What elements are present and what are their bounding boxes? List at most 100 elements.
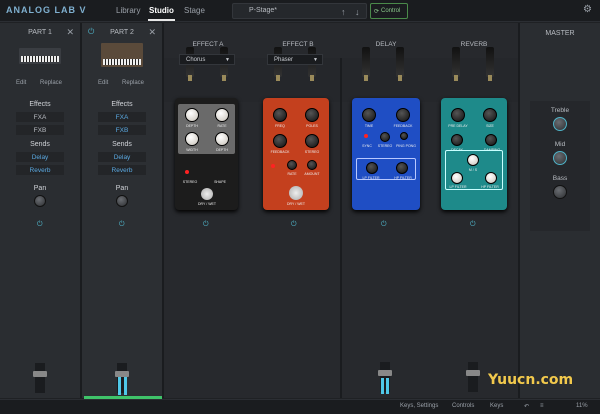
chorus-label-stereo: STEREO bbox=[182, 180, 198, 184]
reverb-power-icon[interactable]: ⏻ bbox=[470, 221, 476, 229]
reverb-title: REVERB bbox=[460, 41, 488, 48]
master-bass-knob[interactable] bbox=[553, 185, 567, 199]
part2-close-icon[interactable]: ✕ bbox=[148, 27, 156, 38]
part2-fxb-button[interactable]: FXB bbox=[98, 125, 146, 135]
effect-a-value: Chorus bbox=[186, 57, 206, 63]
preset-up-icon[interactable]: ↑ bbox=[341, 7, 346, 17]
reverb-return-fader[interactable] bbox=[466, 362, 480, 392]
undo-icon[interactable]: ↶ bbox=[524, 403, 529, 410]
part1-close-icon[interactable]: ✕ bbox=[66, 27, 74, 38]
master-mid-knob[interactable] bbox=[553, 151, 567, 165]
phaser-feedback-knob[interactable] bbox=[273, 134, 287, 148]
tab-studio[interactable]: Studio bbox=[148, 6, 175, 21]
part2-edit-button[interactable]: Edit bbox=[98, 80, 108, 86]
reverb-predelay-knob[interactable] bbox=[451, 108, 465, 122]
part1-delay-send[interactable]: Delay bbox=[16, 152, 64, 162]
phaser-freq-knob[interactable] bbox=[273, 108, 287, 122]
reverb-lp-filter-knob[interactable] bbox=[451, 172, 463, 184]
delay-label-pingpong: PING PONG bbox=[396, 144, 416, 148]
reverb-decay-knob[interactable] bbox=[451, 134, 463, 146]
master-treble-knob[interactable] bbox=[553, 117, 567, 131]
part1-instrument-image[interactable] bbox=[19, 48, 61, 64]
controls-button[interactable]: Controls bbox=[452, 403, 474, 409]
delay-label-stereo: STEREO bbox=[377, 144, 393, 148]
delay-time-knob[interactable] bbox=[362, 108, 376, 122]
reverb-ms-knob[interactable] bbox=[467, 154, 479, 166]
reverb-label-ms: M / S bbox=[468, 168, 478, 172]
reverb-label-size: SIZE bbox=[486, 124, 494, 128]
part1-reverb-send[interactable]: Reverb bbox=[16, 165, 64, 175]
reverb-hp-filter-knob[interactable] bbox=[485, 172, 497, 184]
phaser-poles-knob[interactable] bbox=[305, 108, 319, 122]
phaser-amount-knob[interactable] bbox=[307, 160, 317, 170]
chorus-rate-knob[interactable] bbox=[215, 108, 229, 122]
part1-volume-fader[interactable] bbox=[33, 363, 47, 393]
preset-down-icon[interactable]: ↓ bbox=[355, 7, 360, 17]
chorus-footswitch[interactable] bbox=[201, 188, 213, 200]
effect-b-power-icon[interactable]: ⏻ bbox=[291, 221, 297, 229]
part2-panel: ⏻ PART 2 ✕ Edit Replace Effects FXA FXB … bbox=[82, 23, 162, 398]
keys-settings-button[interactable]: Keys, Settings bbox=[400, 403, 438, 409]
delay-stereo-knob[interactable] bbox=[380, 132, 390, 142]
master-mid-label: Mid bbox=[554, 141, 566, 148]
part2-fxa-button[interactable]: FXA bbox=[98, 112, 146, 122]
part1-pan-knob[interactable] bbox=[34, 195, 46, 207]
part2-delay-send[interactable]: Delay bbox=[98, 152, 146, 162]
part1-fxa-button[interactable]: FXA bbox=[16, 112, 64, 122]
chorus-pedal[interactable]: DEPTH RATE WIDTH DEPTH STEREO SHAPE DRY … bbox=[175, 98, 238, 210]
delay-pingpong-switch[interactable] bbox=[400, 132, 408, 140]
delay-feedback-knob[interactable] bbox=[396, 108, 410, 122]
part2-power-small-icon[interactable]: ⏻ bbox=[119, 221, 125, 229]
master-treble-label: Treble bbox=[550, 107, 570, 114]
part2-replace-button[interactable]: Replace bbox=[122, 80, 144, 86]
status-bar: Keys, Settings Controls Keys ↶ ≡ 11% bbox=[0, 399, 600, 414]
delay-label-lp-filter: LP FILTER bbox=[362, 176, 380, 180]
part2-pan-knob[interactable] bbox=[116, 195, 128, 207]
phaser-footswitch[interactable] bbox=[289, 186, 303, 200]
delay-label-sync: SYNC bbox=[362, 144, 372, 148]
cable-plug-icon bbox=[486, 47, 494, 81]
phaser-rate-knob[interactable] bbox=[287, 160, 297, 170]
part1-edit-button[interactable]: Edit bbox=[16, 80, 26, 86]
phaser-label-drywet: DRY / WET bbox=[287, 202, 305, 206]
chorus-label-shape: SHAPE bbox=[214, 180, 226, 184]
phaser-pedal[interactable]: FREQ POLES FEEDBACK STEREO RATE AMOUNT D… bbox=[263, 98, 329, 210]
master-panel: MASTER Treble Mid Bass bbox=[520, 23, 600, 398]
reverb-damping-knob[interactable] bbox=[485, 134, 497, 146]
delay-power-icon[interactable]: ⏻ bbox=[381, 221, 387, 229]
control-label: Control bbox=[381, 8, 401, 14]
part2-reverb-send[interactable]: Reverb bbox=[98, 165, 146, 175]
control-button[interactable]: ⟳ Control bbox=[370, 3, 408, 19]
menu-icon[interactable]: ≡ bbox=[540, 403, 544, 409]
keys-button[interactable]: Keys bbox=[490, 403, 503, 409]
part1-effects-title: Effects bbox=[29, 101, 51, 108]
tab-library[interactable]: Library bbox=[116, 6, 140, 15]
reverb-pedal[interactable]: PRE DELAY SIZE DECAY DAMPING M / S LP FI… bbox=[441, 98, 507, 210]
part2-instrument-image[interactable] bbox=[101, 43, 143, 67]
delay-lp-filter-knob[interactable] bbox=[366, 162, 378, 174]
part1-fxb-button[interactable]: FXB bbox=[16, 125, 64, 135]
settings-gear-icon[interactable]: ⚙ bbox=[583, 4, 592, 15]
phaser-stereo-knob[interactable] bbox=[305, 134, 319, 148]
chorus-label-width: WIDTH bbox=[186, 148, 198, 152]
preset-selector[interactable]: P-Stage* ↑ ↓ bbox=[232, 3, 367, 19]
chorus-label-depth2: DEPTH bbox=[216, 148, 228, 152]
delay-pedal[interactable]: TIME FEEDBACK SYNC STEREO PING PONG LP F… bbox=[352, 98, 420, 210]
effect-b-dropdown[interactable]: Phaser ▼ bbox=[267, 54, 323, 65]
reverb-size-knob[interactable] bbox=[483, 108, 497, 122]
chorus-width-knob[interactable] bbox=[185, 132, 199, 146]
part2-effects-title: Effects bbox=[111, 101, 133, 108]
chorus-led bbox=[185, 170, 189, 174]
part2-level-meter bbox=[118, 377, 121, 395]
chorus-depth2-knob[interactable] bbox=[215, 132, 229, 146]
part1-power-icon[interactable]: ⏻ bbox=[37, 221, 43, 229]
part1-replace-button[interactable]: Replace bbox=[40, 80, 62, 86]
delay-hp-filter-knob[interactable] bbox=[396, 162, 408, 174]
tab-stage[interactable]: Stage bbox=[184, 6, 205, 15]
effect-a-dropdown[interactable]: Chorus ▼ bbox=[179, 54, 235, 65]
effect-a-power-icon[interactable]: ⏻ bbox=[203, 221, 209, 229]
phaser-led bbox=[271, 164, 275, 168]
phaser-label-amount: AMOUNT bbox=[304, 172, 320, 176]
chorus-depth-knob[interactable] bbox=[185, 108, 199, 122]
effect-b-value: Phaser bbox=[274, 57, 294, 63]
